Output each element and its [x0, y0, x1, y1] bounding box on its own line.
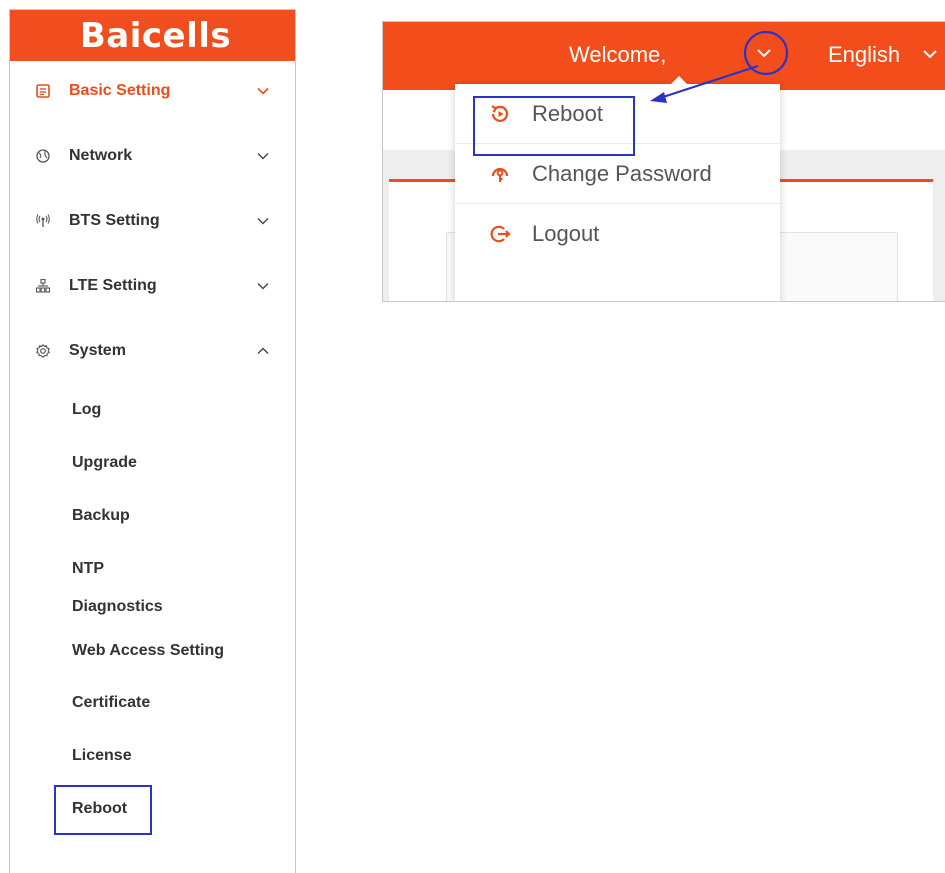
sidebar-subitem-web-access-setting[interactable]: Web Access Setting: [72, 642, 224, 660]
sidebar-item-label: BTS Setting: [69, 212, 160, 229]
sidebar-subitem-log[interactable]: Log: [72, 401, 101, 419]
chevron-down-icon: [757, 49, 771, 58]
network-tree-icon: [36, 279, 50, 293]
language-selector[interactable]: English: [828, 42, 900, 68]
key-icon: [489, 163, 511, 185]
chevron-down-icon: [257, 87, 269, 95]
logout-icon: [489, 223, 511, 245]
globe-icon: [36, 149, 50, 163]
sidebar: Baicells Basic Setting Network BTS Setti…: [9, 9, 296, 873]
sidebar-subitem-certificate[interactable]: Certificate: [72, 694, 150, 712]
basic-setting-icon: [36, 84, 50, 98]
sidebar-subitem-backup[interactable]: Backup: [72, 507, 130, 525]
sidebar-item-network[interactable]: Network: [10, 141, 295, 171]
header-bar: Welcome, English: [383, 22, 945, 90]
sidebar-subitem-ntp[interactable]: NTP: [72, 560, 104, 578]
user-menu-toggle[interactable]: [757, 48, 771, 58]
welcome-text: Welcome,: [569, 42, 667, 67]
chevron-down-icon: [257, 282, 269, 290]
sidebar-item-lte-setting[interactable]: LTE Setting: [10, 271, 295, 301]
chevron-down-icon: [257, 152, 269, 160]
sidebar-subitem-upgrade[interactable]: Upgrade: [72, 454, 137, 472]
menu-item-label: Logout: [532, 221, 600, 246]
sidebar-item-basic-setting[interactable]: Basic Setting: [10, 76, 295, 106]
sidebar-item-bts-setting[interactable]: BTS Setting: [10, 206, 295, 236]
sidebar-item-system[interactable]: System: [10, 336, 295, 366]
chevron-down-icon: [257, 217, 269, 225]
chevron-down-icon[interactable]: [923, 49, 937, 59]
sidebar-item-label: LTE Setting: [69, 277, 157, 294]
gear-icon: [36, 344, 50, 358]
chevron-up-icon: [257, 347, 269, 355]
menu-item-logout[interactable]: Logout: [455, 204, 780, 264]
sidebar-item-label: Basic Setting: [69, 82, 171, 99]
header-screenshot: Welcome, English Reboot Change Password: [382, 21, 945, 302]
sidebar-item-label: Network: [69, 147, 133, 164]
sidebar-subitem-license[interactable]: License: [72, 747, 132, 765]
menu-item-label: Change Password: [532, 160, 712, 186]
logo-bar: Baicells: [10, 10, 295, 61]
reboot-highlight-box: [54, 785, 152, 835]
brand-logo: Baicells: [79, 15, 232, 56]
sidebar-subitem-diagnostics[interactable]: Diagnostics: [72, 598, 163, 616]
reboot-menu-highlight-box: [473, 96, 635, 156]
sidebar-item-label: System: [69, 342, 126, 359]
antenna-icon: [36, 214, 50, 228]
